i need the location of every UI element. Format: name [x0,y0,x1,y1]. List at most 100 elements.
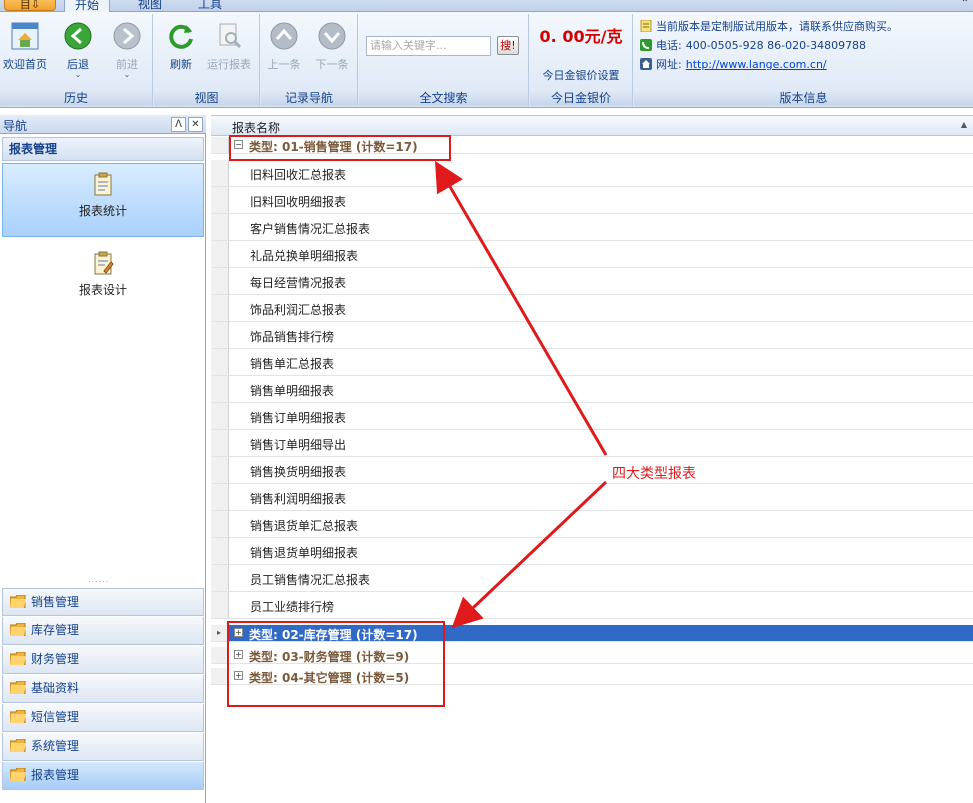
table-row[interactable]: 礼品兑换单明细报表 [211,241,973,268]
next-record-button[interactable]: 下一条 [309,18,355,84]
gold-price-setting-button[interactable]: 今日金银价设置 [530,67,632,83]
report-name-cell: 销售退货单汇总报表 [250,519,359,533]
nav-item-report-stats[interactable]: 报表统计 [2,163,204,237]
group-row-inventory[interactable]: ▸ + 类型: 02-库存管理 (计数=17) [211,625,973,642]
table-row[interactable]: 销售单汇总报表 [211,349,973,376]
app-menu-button[interactable]: 目⇩ [4,0,56,11]
website-link[interactable]: http://www.lange.com.cn/ [686,58,827,71]
row-indicator [211,668,229,684]
table-row[interactable]: 销售退货单明细报表 [211,538,973,565]
module-basic-data[interactable]: 基础资料 [2,675,204,703]
back-button[interactable]: 后退 ⌄ [55,18,101,84]
table-row[interactable]: 员工销售情况汇总报表 [211,565,973,592]
group-row-sales[interactable]: − 类型: 01-销售管理 (计数=17) [211,137,973,154]
row-indicator [211,295,229,321]
module-inventory-label: 库存管理 [31,623,80,637]
group-row-other[interactable]: + 类型: 04-其它管理 (计数=5) [211,668,973,685]
folder-icon [10,710,26,723]
row-indicator [211,538,229,564]
nav-title: 导航 [3,119,28,133]
module-inventory[interactable]: 库存管理 [2,617,204,645]
next-record-label: 下一条 [315,58,349,71]
forward-button[interactable]: 前进 ⌄ [104,18,150,84]
expand-icon[interactable]: + [234,628,243,637]
module-system-label: 系统管理 [31,739,80,753]
row-indicator [211,457,229,483]
folder-icon [10,623,26,636]
row-indicator [211,214,229,240]
tab-start[interactable]: 开始 [64,0,111,12]
gold-price-value: 0. 00元/克 [539,27,623,46]
forward-dropdown-icon[interactable]: ⌄ [104,70,150,79]
nav-item-report-design-label: 报表设计 [78,283,127,297]
welcome-home-button[interactable]: 欢迎首页 [2,18,48,84]
table-row[interactable]: 销售单明细报表 [211,376,973,403]
table-row[interactable]: 销售换货明细报表 [211,457,973,484]
close-icon[interactable]: ✕ [188,117,203,132]
table-row[interactable]: 销售订单明细报表 [211,403,973,430]
nav-item-report-design[interactable]: 报表设计 [2,243,204,313]
group-row-finance[interactable]: + 类型: 03-财务管理 (计数=9) [211,647,973,664]
expand-icon[interactable]: + [234,650,243,659]
ribbon-collapse-icon[interactable]: ⌃ [961,0,969,9]
row-indicator: ▸ [211,625,229,641]
nav-splitter[interactable]: ...... [88,575,109,584]
prev-record-button[interactable]: 上一条 [261,18,307,84]
row-indicator [211,647,229,663]
gold-price-group: 0. 00元/克 今日金银价设置 今日金银价 [530,14,633,106]
report-name-cell: 客户销售情况汇总报表 [250,222,371,236]
report-name-cell: 销售订单明细导出 [250,438,347,452]
pin-icon[interactable]: ᐱ [171,117,186,132]
row-indicator [211,484,229,510]
version-notice-text: 当前版本是定制版试用版本，请联系供应商购买。 [656,20,898,33]
search-group-title: 全文搜索 [359,91,528,106]
row-indicator [211,187,229,213]
table-row[interactable]: 旧料回收明细报表 [211,187,973,214]
history-group-title: 历史 [0,91,152,106]
tab-tools[interactable]: 工具 [188,0,232,12]
run-report-button[interactable]: 运行报表 [206,18,252,84]
tab-view[interactable]: 视图 [128,0,172,12]
phone-icon [640,39,652,51]
nav-header: 导航 ᐱ ✕ [0,115,206,134]
module-system[interactable]: 系统管理 [2,733,204,761]
search-input[interactable]: 请输入关键字... [366,36,491,56]
collapse-icon[interactable]: − [234,140,243,149]
table-row[interactable]: 销售利润明细报表 [211,484,973,511]
folder-icon [10,768,26,781]
expand-icon[interactable]: + [234,671,243,680]
navigation-pane: 导航 ᐱ ✕ 报表管理 报表统计 报表设计 ...... 销售管理 库存管理 财… [0,115,206,803]
report-name-cell: 员工业绩排行榜 [250,600,335,614]
table-row[interactable]: 每日经营情况报表 [211,268,973,295]
sort-ascending-icon: ▲ [960,120,967,129]
table-row[interactable]: 销售退货单汇总报表 [211,511,973,538]
module-basic-data-label: 基础资料 [31,681,80,695]
table-row[interactable]: 客户销售情况汇总报表 [211,214,973,241]
table-row[interactable]: 饰品销售排行榜 [211,322,973,349]
report-name-cell: 销售退货单明细报表 [250,546,359,560]
nav-section-header[interactable]: 报表管理 [2,137,204,161]
module-reports[interactable]: 报表管理 [2,762,204,790]
module-sms-label: 短信管理 [31,710,80,724]
record-nav-group-title: 记录导航 [261,91,357,106]
ribbon: 欢迎首页 后退 ⌄ 前进 ⌄ 历史 刷新 运行报表 视图 上一条 下一条 记录导… [0,12,973,108]
search-button[interactable]: 搜! [497,36,519,55]
refresh-button[interactable]: 刷新 [158,18,204,84]
table-row[interactable]: 员工业绩排行榜 [211,592,973,619]
report-name-cell: 每日经营情况报表 [250,276,347,290]
module-finance[interactable]: 财务管理 [2,646,204,674]
table-row[interactable]: 旧料回收汇总报表 [211,160,973,187]
home-icon [11,22,39,50]
module-sms[interactable]: 短信管理 [2,704,204,732]
report-name-cell: 销售单汇总报表 [250,357,335,371]
grid-column-header[interactable]: 报表名称 ▲ [211,115,973,136]
column-report-name[interactable]: 报表名称 [232,119,280,136]
module-sales[interactable]: 销售管理 [2,588,204,616]
module-reports-label: 报表管理 [31,768,80,782]
back-dropdown-icon[interactable]: ⌄ [55,70,101,79]
folder-icon [10,739,26,752]
row-indicator [211,268,229,294]
table-row[interactable]: 销售订单明细导出 [211,430,973,457]
table-row[interactable]: 饰品利润汇总报表 [211,295,973,322]
welcome-home-label: 欢迎首页 [3,58,47,71]
